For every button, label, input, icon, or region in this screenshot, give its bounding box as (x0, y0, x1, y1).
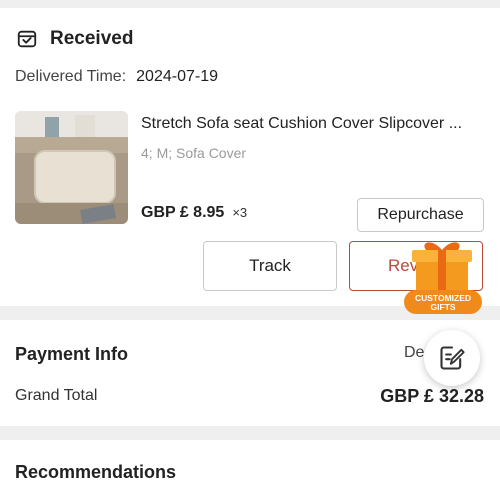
product-image[interactable] (15, 111, 128, 224)
track-button[interactable]: Track (203, 241, 337, 291)
recommendations-title: Recommendations (15, 462, 177, 482)
delivered-time-row: Delivered Time: 2024-07-19 (15, 68, 218, 86)
gift-badge-line2: GIFTS (430, 302, 455, 312)
recommendations-card: Recommendations (0, 440, 500, 500)
edit-fab-button[interactable] (424, 330, 480, 386)
order-status-label: Received (50, 28, 134, 49)
sofa-cover-image (15, 111, 128, 224)
product-title[interactable]: Stretch Sofa seat Cushion Cover Slipcove… (141, 115, 486, 133)
delivered-time-value: 2024-07-19 (136, 68, 218, 85)
delivered-time-label: Delivered Time: (15, 68, 127, 85)
repurchase-button[interactable]: Repurchase (357, 198, 484, 232)
payment-info-card: Payment Info De Grand Total GBP £ 32.28 (0, 320, 500, 426)
package-box-icon (17, 30, 37, 48)
customized-gifts-badge[interactable]: CUSTOMIZED GIFTS (402, 238, 484, 316)
order-status-row: Received (16, 28, 133, 50)
product-price: GBP £ 8.95 (141, 204, 225, 221)
payment-info-title: Payment Info (15, 344, 129, 364)
product-quantity: ×3 (232, 205, 248, 220)
price-row: GBP £ 8.95 ×3 (141, 204, 247, 222)
grand-total-value: GBP £ 32.28 (380, 386, 484, 406)
product-variant: 4; M; Sofa Cover (141, 145, 247, 161)
grand-total-label: Grand Total (15, 387, 98, 404)
order-card: Received Delivered Time: 2024-07-19 Stre… (0, 8, 500, 314)
payment-detail-link[interactable]: De (404, 344, 424, 362)
edit-note-icon (440, 346, 465, 370)
